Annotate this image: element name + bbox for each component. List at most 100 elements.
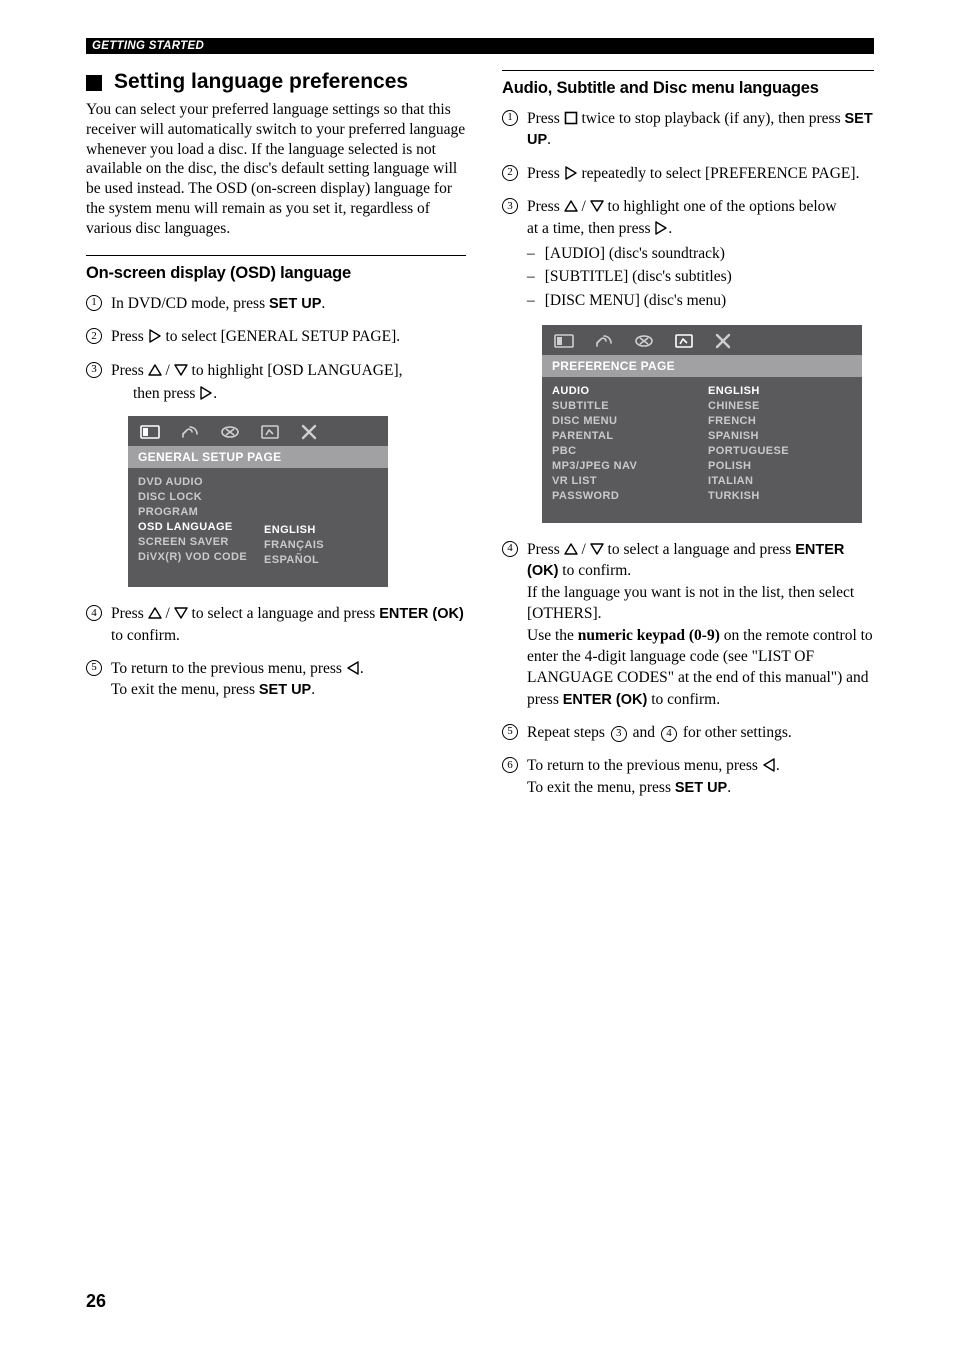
enter-key-label: ENTER (OK) bbox=[379, 606, 464, 622]
step-text: to highlight one of the options below bbox=[604, 198, 837, 215]
step-text: . bbox=[547, 131, 551, 148]
osd-menu-item: DiVX(R) VOD CODE bbox=[138, 551, 252, 563]
step-text: Press bbox=[111, 605, 148, 622]
step-text: Press bbox=[111, 328, 148, 345]
intro-paragraph: You can select your preferred language s… bbox=[86, 100, 466, 239]
circled-ref-icon: 3 bbox=[611, 726, 627, 742]
osd-menu-item: TURKISH bbox=[708, 490, 852, 502]
step-text: Use the bbox=[527, 627, 578, 644]
left-arrow-icon bbox=[762, 758, 776, 772]
right-arrow-icon bbox=[564, 166, 578, 180]
divider bbox=[86, 255, 466, 256]
step-number-icon: 1 bbox=[502, 110, 518, 126]
divider bbox=[502, 70, 874, 71]
osd-left-column: AUDIOSUBTITLEDISC MENUPARENTALPBCMP3/JPE… bbox=[552, 385, 696, 505]
down-arrow-icon bbox=[590, 199, 604, 213]
osd-menu-item: ENGLISH bbox=[264, 524, 378, 536]
step-text: repeatedly to select [PREFERENCE PAGE]. bbox=[578, 165, 860, 182]
step-text: . bbox=[727, 779, 731, 796]
osd-tabs bbox=[128, 416, 388, 446]
right-step-4: 4 Press / to select a language and press… bbox=[502, 539, 874, 710]
right-arrow-icon bbox=[148, 329, 162, 343]
osd-menu-title: GENERAL SETUP PAGE bbox=[128, 446, 388, 468]
audio-tab-icon bbox=[594, 332, 614, 350]
general-tab-icon bbox=[554, 332, 574, 350]
step-text: Press bbox=[527, 165, 564, 182]
step-text: Repeat steps bbox=[527, 724, 609, 741]
down-arrow-icon bbox=[590, 542, 604, 556]
osd-right-column: ENGLISHCHINESEFRENCHSPANISHPORTUGUESEPOL… bbox=[708, 385, 852, 505]
step-text: to select [GENERAL SETUP PAGE]. bbox=[162, 328, 401, 345]
up-arrow-icon bbox=[148, 606, 162, 620]
step-text: In DVD/CD mode, press bbox=[111, 295, 269, 312]
option-item: [DISC MENU] (disc's menu) bbox=[527, 290, 874, 311]
left-step-4: 4 Press / to select a language and press… bbox=[86, 603, 466, 646]
step-text: . bbox=[668, 220, 672, 237]
osd-right-column: ENGLISH FRANÇAIS ESPAÑOL bbox=[264, 476, 378, 569]
left-arrow-icon bbox=[346, 661, 360, 675]
step-text: To return to the previous menu, press bbox=[111, 660, 346, 677]
osd-menu-item: MP3/JPEG NAV bbox=[552, 460, 696, 472]
setup-key-label: SET UP bbox=[259, 682, 311, 698]
osd-menu-item: FRENCH bbox=[708, 415, 852, 427]
step-text: To exit the menu, press bbox=[527, 779, 675, 796]
left-step-1: 1 In DVD/CD mode, press SET UP. bbox=[86, 293, 466, 314]
right-step-3: 3 Press / to highlight one of the option… bbox=[502, 196, 874, 313]
step-text: Press bbox=[527, 110, 564, 127]
step-text: . bbox=[360, 660, 364, 677]
step-number-icon: 3 bbox=[502, 198, 518, 214]
left-step-5: 5 To return to the previous menu, press … bbox=[86, 658, 466, 701]
osd-menu-item: SPANISH bbox=[708, 430, 852, 442]
step-text: to highlight [OSD LANGUAGE], bbox=[188, 362, 403, 379]
step-number-icon: 4 bbox=[86, 605, 102, 621]
step-text: Press bbox=[527, 541, 564, 558]
osd-menu-item: ESPAÑOL bbox=[264, 554, 378, 566]
step-text: to confirm. bbox=[558, 562, 631, 579]
osd-menu-item: PARENTAL bbox=[552, 430, 696, 442]
step-text: twice to stop playback (if any), then pr… bbox=[578, 110, 845, 127]
osd-menu-item: PROGRAM bbox=[138, 506, 252, 518]
preference-tab-icon bbox=[674, 332, 694, 350]
right-heading: Audio, Subtitle and Disc menu languages bbox=[502, 79, 874, 98]
section-header-bar: GETTING STARTED bbox=[86, 38, 874, 54]
video-tab-icon bbox=[634, 332, 654, 350]
osd-menu-item: DISC MENU bbox=[552, 415, 696, 427]
circled-ref-icon: 4 bbox=[661, 726, 677, 742]
step-number-icon: 6 bbox=[502, 757, 518, 773]
step-number-icon: 2 bbox=[502, 165, 518, 181]
osd-menu-item: AUDIO bbox=[552, 385, 696, 397]
step-number-icon: 2 bbox=[86, 328, 102, 344]
right-step-6: 6 To return to the previous menu, press … bbox=[502, 755, 874, 798]
step-number-icon: 4 bbox=[502, 541, 518, 557]
osd-menu-item: FRANÇAIS bbox=[264, 539, 378, 551]
step-text: . bbox=[321, 295, 325, 312]
left-step-3: 3 Press / to highlight [OSD LANGUAGE], t… bbox=[86, 360, 466, 405]
preference-tab-icon bbox=[260, 423, 280, 441]
osd-menu-item: POLISH bbox=[708, 460, 852, 472]
section-bullet-icon bbox=[86, 75, 102, 91]
osd-menu-item: ITALIAN bbox=[708, 475, 852, 487]
enter-key-label: ENTER (OK) bbox=[563, 692, 648, 708]
down-arrow-icon bbox=[174, 363, 188, 377]
step-text: at a time, then press bbox=[527, 220, 654, 237]
osd-menu-item: PORTUGUESE bbox=[708, 445, 852, 457]
close-tab-icon bbox=[714, 332, 732, 350]
step-number-icon: 5 bbox=[86, 660, 102, 676]
option-item: [AUDIO] (disc's soundtrack) bbox=[527, 243, 874, 264]
osd-menu-item: CHINESE bbox=[708, 400, 852, 412]
audio-tab-icon bbox=[180, 423, 200, 441]
right-step-3-options: [AUDIO] (disc's soundtrack)[SUBTITLE] (d… bbox=[527, 243, 874, 311]
step-text: To return to the previous menu, press bbox=[527, 757, 762, 774]
step-text: then press bbox=[133, 385, 199, 402]
osd-menu-item: DVD AUDIO bbox=[138, 476, 252, 488]
close-tab-icon bbox=[300, 423, 318, 441]
osd-tabs bbox=[542, 325, 862, 355]
step-text: . bbox=[213, 385, 217, 402]
osd-menu-item: SUBTITLE bbox=[552, 400, 696, 412]
numeric-keypad-label: numeric keypad (0-9) bbox=[578, 627, 720, 644]
left-step-2: 2 Press to select [GENERAL SETUP PAGE]. bbox=[86, 326, 466, 347]
setup-key-label: SET UP bbox=[675, 780, 727, 796]
osd-menu-item: PASSWORD bbox=[552, 490, 696, 502]
osd-menu-item: VR LIST bbox=[552, 475, 696, 487]
step-number-icon: 5 bbox=[502, 724, 518, 740]
